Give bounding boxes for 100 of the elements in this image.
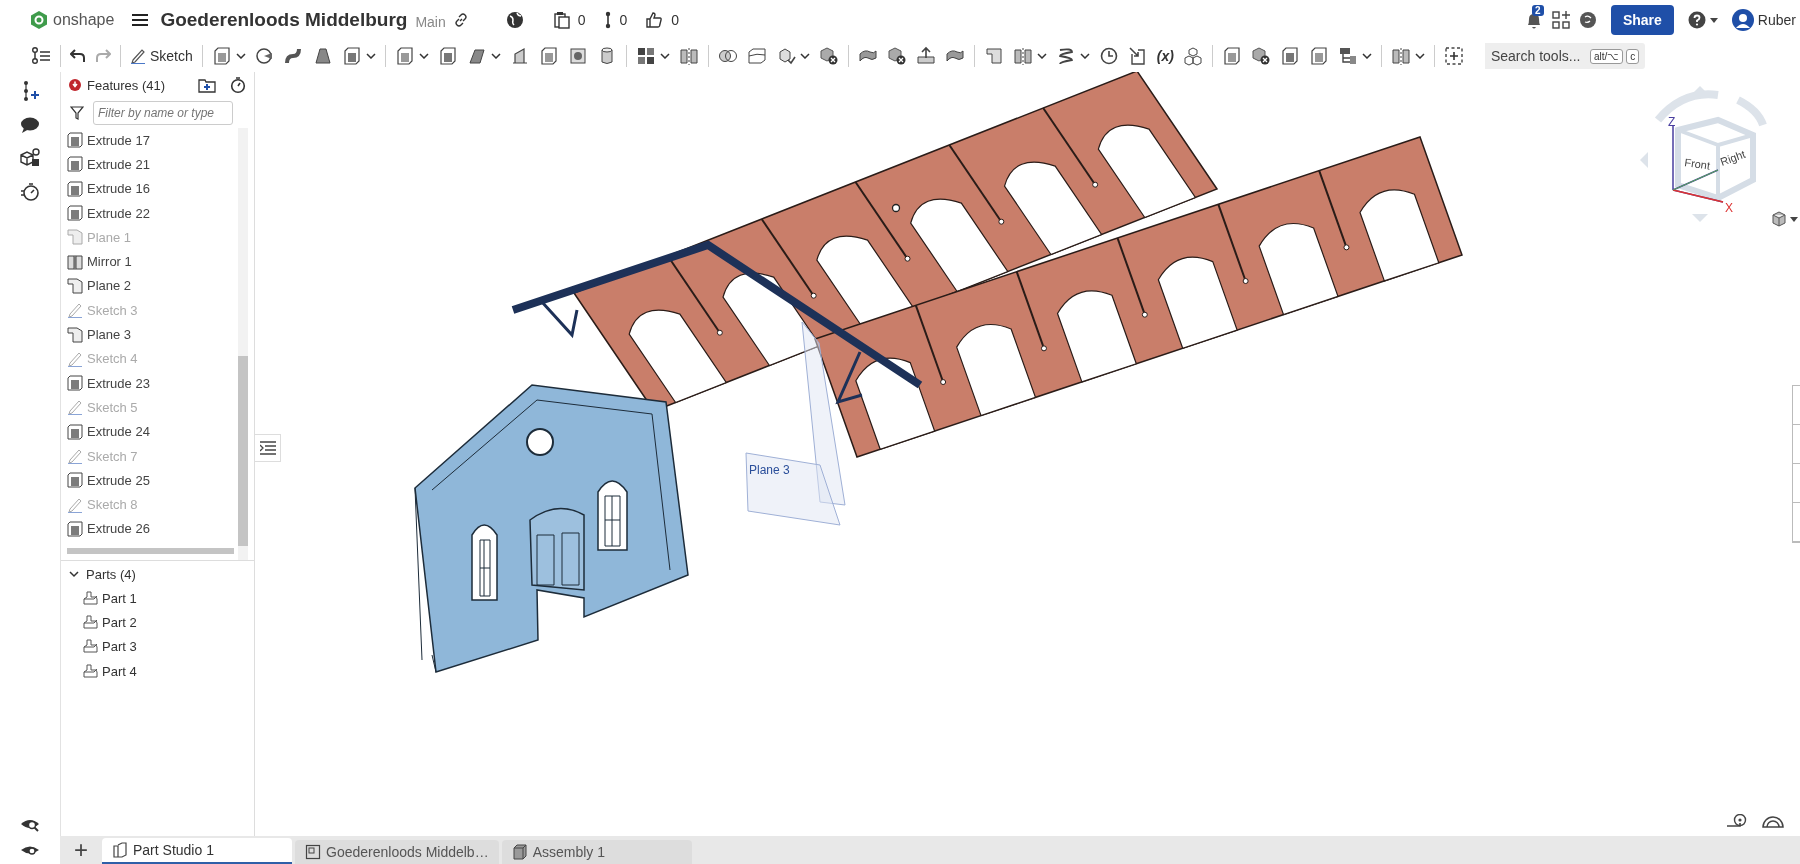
cube-icon[interactable] [341,46,362,66]
cube-icon[interactable] [437,46,458,66]
document-tab[interactable]: Assembly 1 [501,840,692,864]
share-button[interactable]: Share [1610,5,1674,35]
plane-icon [67,326,83,343]
feature-item[interactable]: Extrude 16 [67,176,238,201]
tape-measure-icon[interactable] [1726,814,1748,828]
delete-part-icon[interactable] [886,46,907,66]
logo-text[interactable]: onshape [53,11,115,29]
undo-icon[interactable] [70,49,86,63]
caret-icon[interactable] [1709,17,1718,23]
box-icon[interactable] [538,46,559,66]
tree-icon[interactable] [1337,46,1358,66]
view-cube-face-label[interactable]: Right [1718,147,1747,168]
document-title[interactable]: Goederenloods Middelburg [160,9,408,31]
variable-button[interactable]: (x) [1156,48,1174,64]
feature-item[interactable]: Plane 2 [67,273,238,299]
protractor-icon[interactable] [1762,814,1784,828]
feature-item[interactable]: Plane 3 [67,322,238,347]
cube-icon[interactable] [1279,46,1300,66]
mirror-icon[interactable] [1390,46,1411,66]
add-folder-icon[interactable] [198,77,216,93]
caret-icon[interactable] [418,53,429,59]
thumbs-up-icon[interactable] [645,11,664,29]
delete-part-icon[interactable] [1250,46,1271,66]
caret-icon[interactable] [1414,53,1425,59]
filter-icon[interactable] [70,106,84,120]
curve-icon[interactable] [283,46,304,66]
feature-item[interactable]: Extrude 24 [67,419,238,444]
mirror-icon[interactable] [1012,46,1033,66]
cubes-icon[interactable] [1182,46,1203,66]
clock-icon[interactable] [1098,46,1119,66]
cube-lock-icon[interactable] [19,148,41,168]
plane-label[interactable]: Plane 3 [749,463,790,477]
stopwatch-icon[interactable] [20,182,40,202]
filter-field[interactable]: Filter by name or type [93,101,233,125]
caret-icon[interactable] [1361,53,1372,59]
menu-icon[interactable] [132,13,149,27]
part-item[interactable]: Part 1 [61,586,254,611]
branch-icon[interactable] [603,11,612,29]
box-icon [67,520,83,537]
plane-icon[interactable] [983,46,1004,66]
comment-icon[interactable] [20,116,40,134]
delete-part-icon[interactable] [818,46,839,66]
user-name[interactable]: Ruber [1757,12,1796,28]
tray-arrow-icon[interactable] [915,46,936,66]
link-icon[interactable] [453,13,468,27]
feature-item[interactable]: Extrude 25 [67,468,238,493]
parts-header[interactable]: Parts (4) [61,561,254,586]
document-tab[interactable]: Part Studio 1 [102,838,292,864]
search-tools-field[interactable]: Search tools... alt/⌥ c [1484,43,1646,69]
part-item[interactable]: Part 2 [61,610,254,635]
part-item[interactable]: Part 3 [61,634,254,659]
feature-item[interactable]: Extrude 22 [67,200,238,226]
part-icon [83,639,98,655]
stopwatch-icon[interactable] [230,76,246,94]
list-toggle-button[interactable] [255,434,281,462]
view-cube-face-label[interactable]: Front [1683,156,1711,172]
box-icon[interactable] [211,46,232,66]
clipboard-icon[interactable] [553,11,570,29]
mirror-icon[interactable] [678,46,699,66]
feature-list-icon[interactable] [31,46,51,66]
caret-icon[interactable] [799,53,810,59]
sketch-button[interactable]: Sketch [130,48,193,64]
split-icon[interactable] [746,46,767,66]
scrollbar-thumb[interactable] [238,356,248,546]
frustum-icon[interactable] [312,46,333,66]
hole-icon[interactable] [567,46,588,66]
rounded-box-icon[interactable] [394,46,415,66]
caret-icon[interactable] [659,53,670,59]
feature-item[interactable]: Mirror 1 [67,249,238,274]
caret-icon[interactable] [1790,216,1798,222]
avatar-icon[interactable] [1731,9,1754,31]
caret-icon[interactable] [1036,53,1047,59]
box-icon[interactable] [1308,46,1329,66]
part-item[interactable]: Part 4 [61,658,254,684]
shaded-cube-icon[interactable] [1771,211,1787,227]
revolve-icon[interactable] [254,46,275,66]
help-icon[interactable] [1687,11,1706,29]
scrollbar-thumb[interactable] [67,548,234,555]
wedge-icon[interactable] [466,46,487,66]
grid-icon[interactable] [635,46,656,66]
part-icon [83,614,98,630]
feature-item[interactable]: Extrude 23 [67,370,238,396]
caret-icon[interactable] [235,53,246,59]
document-tab[interactable]: Goederenloods Middelb… [295,840,499,864]
app-grid-icon[interactable] [1550,10,1571,30]
logo-icon[interactable] [30,10,48,30]
dashed-plus-icon[interactable] [1443,46,1464,66]
caret-icon[interactable] [1079,53,1090,59]
caret-icon[interactable] [365,53,376,59]
caret-icon[interactable] [490,53,501,59]
globe-icon[interactable] [505,11,524,29]
feature-item[interactable]: Extrude 17 [67,128,238,153]
part-studio-icon [112,842,128,858]
import-icon[interactable] [1127,46,1148,66]
branch-label[interactable]: Main [415,14,446,30]
box-icon[interactable] [1221,46,1242,66]
feature-item[interactable]: Extrude 21 [67,152,238,177]
feature-item[interactable]: Extrude 26 [67,516,238,542]
